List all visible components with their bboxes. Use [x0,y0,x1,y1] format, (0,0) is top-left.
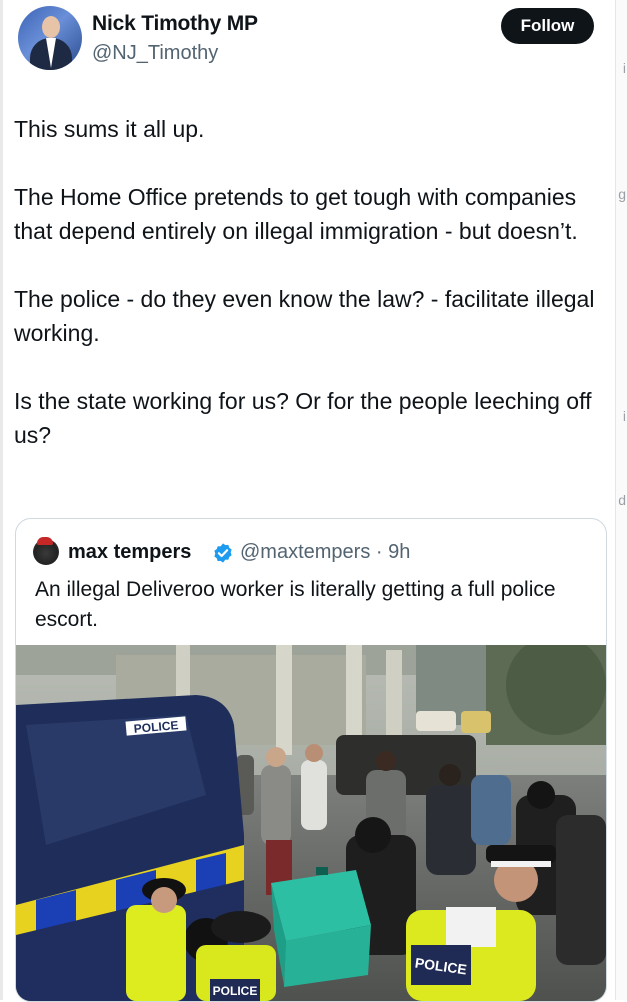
quoted-author-avatar [33,537,59,565]
delivery-bag [271,867,371,987]
author-avatar[interactable] [18,6,82,70]
quoted-tweet-card[interactable]: max tempers @maxtempers · 9h An illegal … [15,518,607,1002]
author-display-name[interactable]: Nick Timothy MP [92,12,258,36]
quoted-author-handle-time: @maxtempers · 9h [240,541,411,563]
tweet-text: This sums it all up. The Home Office pre… [14,112,604,452]
tweet-paragraph: This sums it all up. [14,116,205,142]
quoted-tweet-text: An illegal Deliveroo worker is literally… [35,578,556,631]
tweet-paragraph: The Home Office pretends to get tough wi… [14,184,578,244]
vest-label-left: POLICE [213,984,258,998]
tweet-paragraph: The police - do they even know the law? … [14,286,595,346]
follow-button[interactable]: Follow [501,8,594,44]
window-left-edge [0,0,3,1000]
quoted-author-name: max tempers [68,541,192,563]
quoted-tweet-media[interactable]: POLICE POLICE POLICE [16,645,606,1001]
verified-badge-icon [214,543,232,563]
street-scene-photo: POLICE POLICE POLICE [16,645,606,1001]
author-handle[interactable]: @NJ_Timothy [92,42,218,65]
background-page-edge: i g i d [615,0,627,1000]
tweet-paragraph: Is the state working for us? Or for the … [14,388,592,448]
